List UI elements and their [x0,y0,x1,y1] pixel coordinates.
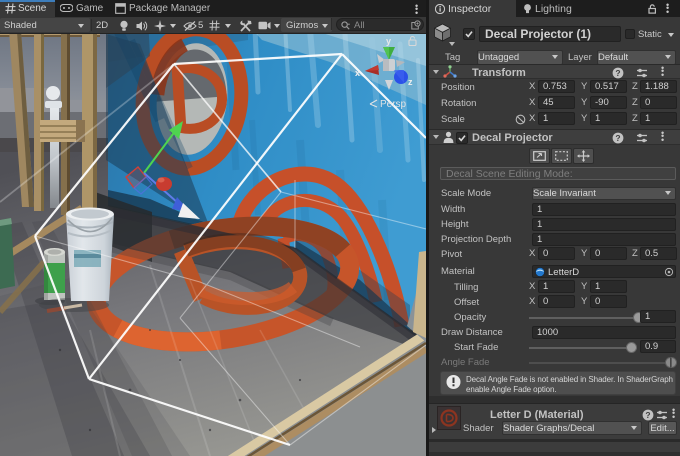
svg-text:?: ? [645,410,650,420]
svg-text:?: ? [615,68,620,78]
svg-text:?: ? [615,133,620,143]
svg-text:Persp: Persp [380,99,407,110]
svg-text:y: y [386,36,391,46]
svg-text:z: z [408,77,413,87]
svg-text:x: x [355,68,360,78]
